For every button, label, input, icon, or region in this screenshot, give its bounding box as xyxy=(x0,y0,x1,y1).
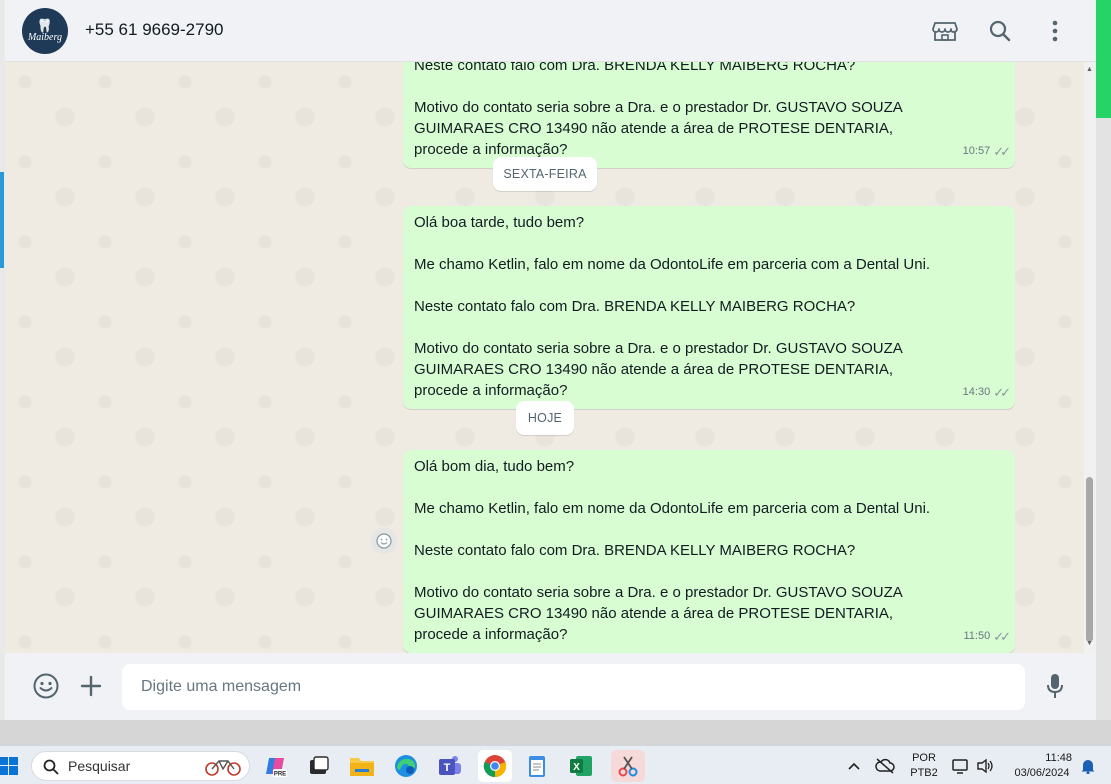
snipping-tool-icon[interactable] xyxy=(611,750,645,782)
double-check-icon: ✓✓ xyxy=(993,144,1011,159)
windows-start-icon[interactable] xyxy=(0,756,18,776)
network-icon[interactable] xyxy=(950,752,972,780)
message-bubble-outgoing[interactable]: Olá boa tarde, tudo bem? Me chamo Ketlin… xyxy=(403,206,1015,409)
contact-name[interactable]: +55 61 9669-2790 xyxy=(85,20,224,40)
message-meta: 14:30 ✓✓ xyxy=(962,382,1011,403)
message-text: Olá boa tarde, tudo bem? xyxy=(414,214,585,231)
message-time: 10:57 xyxy=(962,145,991,157)
scroll-down-arrow-icon[interactable]: ▼ xyxy=(1086,640,1093,647)
menu-dots-icon[interactable] xyxy=(1041,17,1069,45)
language-indicator[interactable]: POR PTB2 xyxy=(907,751,941,781)
language-code: POR xyxy=(912,752,936,764)
message-text: Motivo do contato seria sobre a Dra. e o… xyxy=(414,99,902,158)
whatsapp-window: 🦷 Maiberg +55 61 9669-2790 Neste contato… xyxy=(5,0,1096,720)
teams-icon[interactable]: T xyxy=(436,752,464,780)
chat-header[interactable]: 🦷 Maiberg +55 61 9669-2790 xyxy=(5,0,1096,62)
message-text: Motivo do contato seria sobre a Dra. e o… xyxy=(414,340,902,399)
svg-text:PRE: PRE xyxy=(274,772,286,778)
attach-plus-icon[interactable] xyxy=(76,671,106,701)
message-bubble-outgoing[interactable]: Olá bom dia, tudo bem? Me chamo Ketlin, … xyxy=(403,450,1015,653)
chevron-up-icon[interactable] xyxy=(846,752,862,780)
contact-avatar[interactable]: 🦷 Maiberg xyxy=(22,8,68,54)
scroll-up-arrow-icon[interactable]: ▲ xyxy=(1086,66,1093,73)
os-taskbar: Pesquisar PRE T X POR PTB2 11:48 03/06/2… xyxy=(0,745,1111,784)
message-meta: 10:57 ✓✓ xyxy=(962,141,1011,162)
message-text: Neste contato falo com Dra. BRENDA KELLY… xyxy=(414,542,856,559)
clock-date: 03/06/2024 xyxy=(1014,767,1070,779)
avatar-brand-text: Maiberg xyxy=(27,31,63,43)
message-input[interactable] xyxy=(122,664,1025,710)
svg-text:T: T xyxy=(444,762,451,774)
date-chip: HOJE xyxy=(516,401,574,435)
clock[interactable]: 11:48 03/06/2024 xyxy=(1006,751,1078,781)
store-icon[interactable] xyxy=(931,17,959,45)
message-meta: 11:50 ✓✓ xyxy=(963,626,1011,647)
tooth-icon: 🦷 xyxy=(36,17,54,33)
excel-icon[interactable]: X xyxy=(567,752,595,780)
task-view-icon[interactable] xyxy=(305,752,333,780)
notepad-icon[interactable] xyxy=(523,752,551,780)
volume-icon[interactable] xyxy=(974,752,996,780)
taskbar-search[interactable]: Pesquisar xyxy=(31,751,250,781)
taskbar-search-label: Pesquisar xyxy=(68,758,131,774)
notification-bell-icon[interactable] xyxy=(1078,752,1098,780)
message-time: 11:50 xyxy=(963,630,991,642)
scrollbar-thumb[interactable] xyxy=(1086,477,1093,642)
message-list[interactable]: Neste contato falo com Dra. BRENDA KELLY… xyxy=(5,62,1096,653)
double-check-icon: ✓✓ xyxy=(993,385,1011,400)
search-icon[interactable] xyxy=(986,17,1014,45)
emoji-reaction-icon[interactable] xyxy=(371,528,397,554)
message-time: 14:30 xyxy=(962,386,991,398)
composer-bar xyxy=(5,653,1096,720)
background-window-edge xyxy=(0,172,4,268)
message-text: Me chamo Ketlin, falo em nome da OdontoL… xyxy=(414,500,931,517)
copilot-icon[interactable]: PRE xyxy=(262,752,290,780)
double-check-icon: ✓✓ xyxy=(993,629,1011,644)
message-text: Motivo do contato seria sobre a Dra. e o… xyxy=(414,584,902,643)
background-window-edge xyxy=(1096,0,1111,118)
edge-browser-icon[interactable] xyxy=(392,752,420,780)
svg-text:X: X xyxy=(573,762,580,773)
search-icon xyxy=(43,759,59,775)
message-text: Me chamo Ketlin, falo em nome da OdontoL… xyxy=(414,256,931,273)
message-text: Neste contato falo com Dra. BRENDA KELLY… xyxy=(414,62,856,74)
chrome-browser-icon[interactable] xyxy=(478,750,512,782)
file-explorer-icon[interactable] xyxy=(348,752,376,780)
cloud-offline-icon[interactable] xyxy=(873,752,897,780)
message-bubble-outgoing[interactable]: Neste contato falo com Dra. BRENDA KELLY… xyxy=(403,62,1015,168)
window-right-edge xyxy=(1096,0,1111,720)
microphone-icon[interactable] xyxy=(1040,671,1070,701)
emoji-icon[interactable] xyxy=(31,671,61,701)
keyboard-layout: PTB2 xyxy=(910,767,938,779)
clock-time: 11:48 xyxy=(1045,752,1072,764)
bicycle-icon xyxy=(205,760,241,776)
message-text: Olá bom dia, tudo bem? xyxy=(414,458,575,475)
date-chip: SEXTA-FEIRA xyxy=(493,157,597,191)
message-text: Neste contato falo com Dra. BRENDA KELLY… xyxy=(414,298,856,315)
